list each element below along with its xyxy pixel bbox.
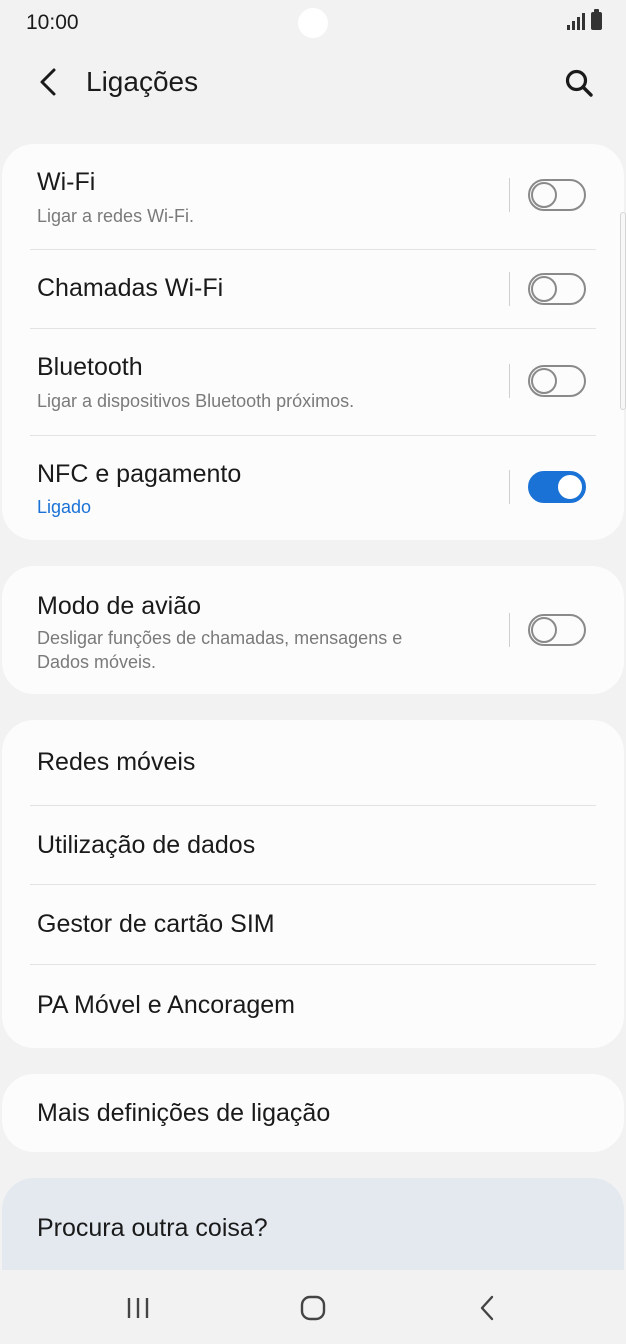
toggle-separator [509,613,510,647]
toggle-separator [509,470,510,504]
toggle-separator [509,178,510,212]
airplane-mode-setting-row[interactable]: Modo de avião Desligar funções de chamad… [2,566,624,694]
more-connection-settings-item[interactable]: Mais definições de ligação [2,1074,624,1152]
toggle-knob [531,617,557,643]
wifi-calling-toggle[interactable] [528,273,586,305]
back-arrow-icon[interactable] [30,64,66,100]
status-time: 10:00 [26,11,79,34]
battery-icon [591,9,602,30]
menu-item-label: Redes móveis [37,748,196,776]
bluetooth-setting-row[interactable]: Bluetooth Ligar a dispositivos Bluetooth… [2,329,624,435]
search-icon[interactable] [560,64,598,102]
wifi-calling-title: Chamadas Wi-Fi [37,274,224,302]
suggestion-title: Procura outra coisa? [37,1214,268,1242]
airplane-mode-subtitle-line2: Dados móveis. [37,652,157,672]
navigation-bar [0,1270,626,1344]
wifi-title: Wi-Fi [37,168,96,196]
toggle-knob [531,182,557,208]
mobile-networks-item[interactable]: Redes móveis [2,720,624,805]
wifi-toggle[interactable] [528,179,586,211]
toggle-knob [531,276,557,302]
menu-item-label: PA Móvel e Ancoragem [37,991,296,1019]
toggle-knob [556,473,584,501]
bluetooth-title: Bluetooth [37,353,143,381]
airplane-mode-toggle[interactable] [528,614,586,646]
wifi-calling-setting-row[interactable]: Chamadas Wi-Fi [2,250,624,329]
nfc-toggle[interactable] [528,471,586,503]
toggle-separator [509,272,510,306]
signal-strength-icon [567,12,585,30]
connections-card: Wi-Fi Ligar a redes Wi-Fi. Chamadas Wi-F… [2,144,624,540]
front-camera-cutout [298,8,328,38]
toggle-separator [509,364,510,398]
page-title: Ligações [86,66,199,97]
back-icon[interactable] [468,1290,508,1326]
menu-item-label: Utilização de dados [37,831,256,859]
more-settings-label: Mais definições de ligação [37,1099,331,1127]
hotspot-tethering-item[interactable]: PA Móvel e Ancoragem [2,965,624,1048]
looking-for-something-else-card: Procura outra coisa? [2,1178,624,1270]
app-header: Ligações [0,50,626,116]
menu-item-label: Gestor de cartão SIM [37,910,275,938]
airplane-card: Modo de avião Desligar funções de chamad… [2,566,624,694]
airplane-mode-title: Modo de avião [37,592,202,620]
nfc-title: NFC e pagamento [37,460,242,488]
data-usage-item[interactable]: Utilização de dados [2,806,624,885]
network-menu-card: Redes móveis Utilização de dados Gestor … [2,720,624,1048]
scroll-indicator[interactable] [620,212,626,410]
home-icon[interactable] [293,1290,333,1326]
bluetooth-subtitle: Ligar a dispositivos Bluetooth próximos. [37,391,355,411]
status-bar: 10:00 [0,0,626,48]
toggle-knob [531,368,557,394]
nfc-setting-row[interactable]: NFC e pagamento Ligado [2,436,624,540]
more-settings-card: Mais definições de ligação [2,1074,624,1152]
wifi-subtitle: Ligar a redes Wi-Fi. [37,206,195,226]
recent-apps-icon[interactable] [118,1290,158,1326]
wifi-setting-row[interactable]: Wi-Fi Ligar a redes Wi-Fi. [2,144,624,250]
nfc-status-text: Ligado [37,497,92,517]
status-icons [567,9,602,30]
sim-card-manager-item[interactable]: Gestor de cartão SIM [2,885,624,964]
bluetooth-toggle[interactable] [528,365,586,397]
airplane-mode-subtitle-line1: Desligar funções de chamadas, mensagens … [37,628,403,648]
